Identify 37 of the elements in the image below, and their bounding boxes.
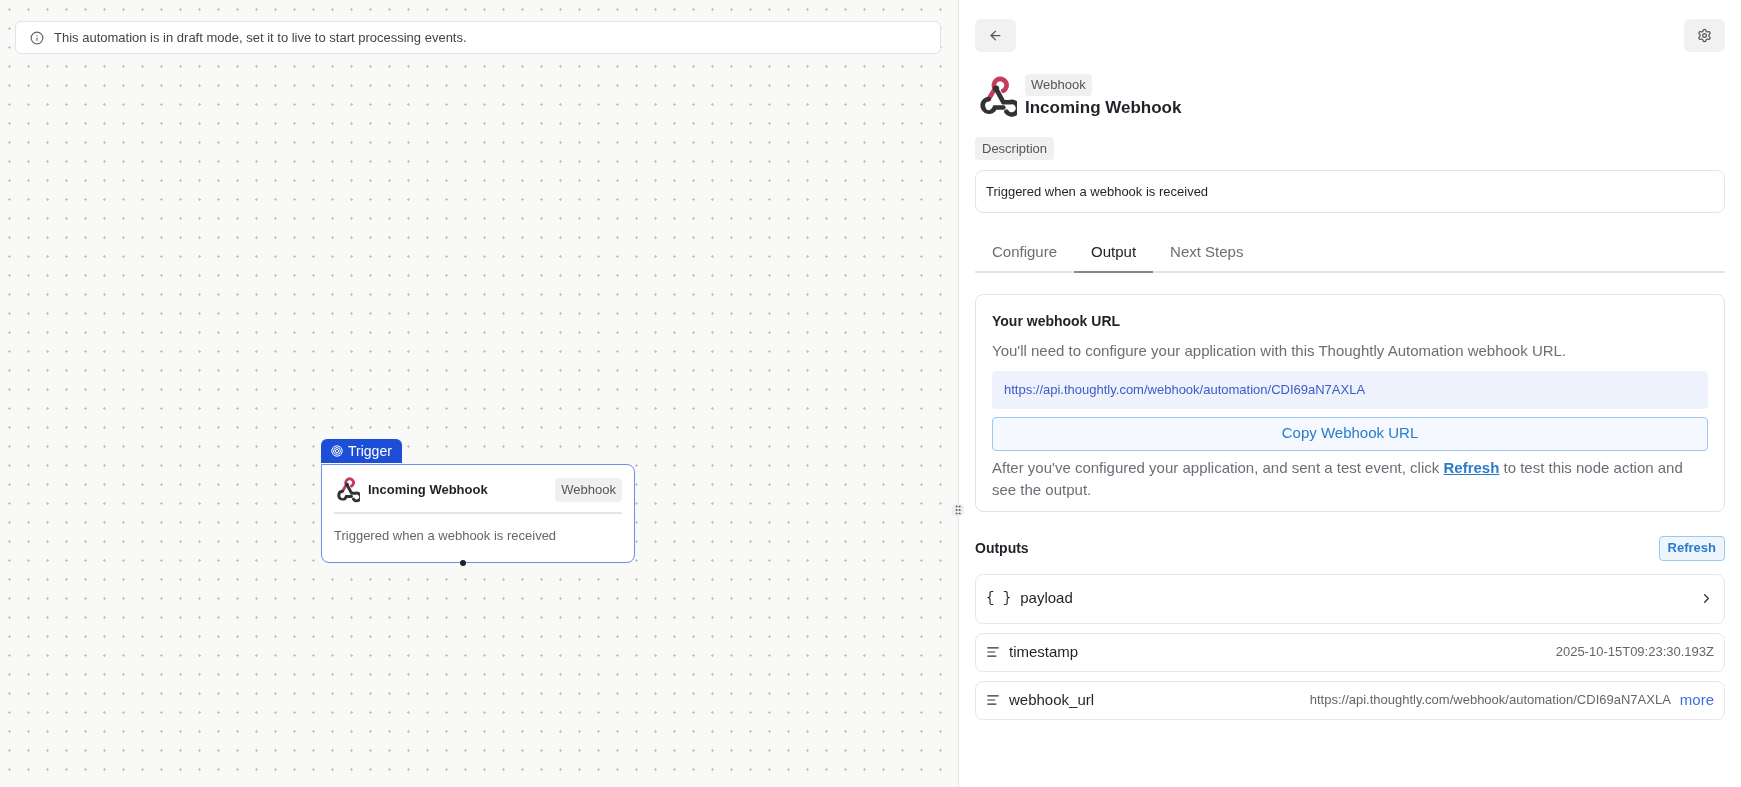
panel-tab[interactable]: Next Steps [1153,233,1261,273]
copy-webhook-url-button[interactable]: Copy Webhook URL [992,416,1708,451]
output-value: 2025-10-15T09:23:30.193Z [1555,643,1714,662]
output-value: https://api.thoughtly.com/webhook/automation/CDI69aN7AXLA [1309,691,1671,710]
webhook-icon [334,477,360,503]
type-badge: Webhook [1025,74,1092,96]
more-link[interactable]: more [1679,688,1714,712]
output-row[interactable]: { } payload [975,573,1725,624]
settings-icon [1697,28,1712,43]
node-title: Incoming Webhook [368,481,489,500]
connection-handle[interactable] [460,559,466,566]
description-field[interactable]: Triggered when a webhook is received [975,170,1725,213]
resize-handle-icon[interactable] [952,504,964,516]
output-name: payload [1020,588,1074,609]
refresh-link[interactable]: Refresh [1443,458,1500,476]
banner-text: This automation is in draft mode, set it to live to start processing events. [54,28,467,47]
output-name: webhook_url [1009,689,1096,710]
outputs-title: Outputs [975,538,1029,558]
refresh-instructions: After you've configured your application, and sent a test event, click Refresh to test this node action and see the output. [992,457,1684,500]
panel-title: Incoming Webhook [1025,96,1182,119]
info-icon [30,30,44,45]
braces-icon: { } [986,588,1012,609]
target-icon [331,445,343,457]
settings-button[interactable] [1684,19,1725,52]
card-title: Your webhook URL [992,312,1122,331]
node-card[interactable]: Incoming Webhook Webhook Triggered when a webhook is received [321,464,635,563]
refresh-button[interactable]: Refresh [1658,535,1725,561]
node-description: Triggered when a webhook is received [334,527,558,545]
webhook-url-field[interactable]: https://api.thoughtly.com/webhook/automation/CDI69aN7AXLA [992,370,1708,409]
description-label: Description [975,136,1055,160]
card-intro: You'll need to configure your application with this Thoughtly Automation webhook URL. [992,341,1568,361]
output-name: timestamp [1009,641,1080,662]
text-lines-icon [986,645,1000,659]
node-badge: Webhook [555,478,622,502]
text-lines-icon [986,693,1000,707]
panel-tab[interactable]: Output [1074,233,1154,273]
panel-tab[interactable]: Configure [975,233,1075,273]
